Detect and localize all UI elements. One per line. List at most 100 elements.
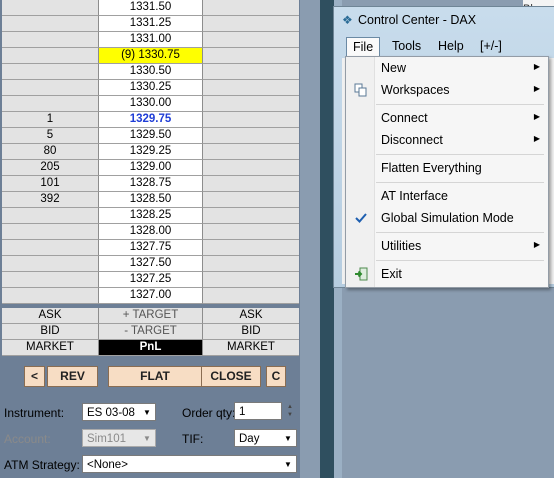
spin-up-icon[interactable]: ▲ — [283, 403, 297, 411]
price-cell[interactable]: 1331.25 — [99, 16, 203, 32]
prev-button[interactable]: < — [24, 366, 45, 387]
buy-bid-button[interactable]: BID — [2, 324, 99, 340]
spin-down-icon[interactable]: ▼ — [283, 411, 297, 419]
last-traded-price-cell[interactable]: (9) 1330.75 — [99, 48, 203, 64]
price-cell[interactable]: 1327.50 — [99, 256, 203, 272]
tif-select[interactable]: Day ▼ — [234, 429, 297, 447]
ladder-row[interactable]: 1331.25 — [2, 16, 299, 32]
bid-size-cell[interactable]: 80 — [2, 144, 99, 160]
price-cell[interactable]: 1330.50 — [99, 64, 203, 80]
ask-size-cell[interactable] — [203, 80, 299, 96]
ask-size-cell[interactable] — [203, 272, 299, 288]
bid-size-cell[interactable] — [2, 64, 99, 80]
ask-size-cell[interactable] — [203, 160, 299, 176]
ask-size-cell[interactable] — [203, 16, 299, 32]
bid-size-cell[interactable] — [2, 256, 99, 272]
ladder-row[interactable]: 1330.50 — [2, 64, 299, 80]
menu-item-utilities[interactable]: Utilities ▶ — [348, 236, 544, 258]
ask-size-cell[interactable] — [203, 192, 299, 208]
menu-item-global-simulation-mode[interactable]: Global Simulation Mode — [348, 208, 544, 230]
sell-bid-button[interactable]: BID — [203, 324, 299, 340]
account-select[interactable]: Sim101 ▼ — [82, 429, 156, 447]
ladder-row[interactable]: 1330.00 — [2, 96, 299, 112]
bid-size-cell[interactable] — [2, 224, 99, 240]
pnl-display[interactable]: PnL — [99, 340, 203, 356]
ask-size-cell[interactable] — [203, 48, 299, 64]
window-titlebar[interactable]: ❖ Control Center - DAX — [334, 7, 554, 33]
current-price-cell[interactable]: 1329.75 — [99, 112, 203, 128]
price-cell[interactable]: 1329.25 — [99, 144, 203, 160]
instrument-select[interactable]: ES 03-08 ▼ — [82, 403, 156, 421]
atm-strategy-select[interactable]: <None> ▼ — [82, 455, 297, 473]
menu-item-disconnect[interactable]: Disconnect ▶ — [348, 130, 544, 152]
ladder-row[interactable]: 1331.00 — [2, 32, 299, 48]
ask-size-cell[interactable] — [203, 256, 299, 272]
ask-size-cell[interactable] — [203, 96, 299, 112]
menu-item-at-interface[interactable]: AT Interface — [348, 186, 544, 208]
ladder-row[interactable]: 101 1328.75 — [2, 176, 299, 192]
price-cell[interactable]: 1327.75 — [99, 240, 203, 256]
price-cell[interactable]: 1327.00 — [99, 288, 203, 304]
ask-size-cell[interactable] — [203, 176, 299, 192]
menu-item-exit[interactable]: Exit — [348, 264, 544, 286]
plus-target-button[interactable]: + TARGET — [99, 308, 203, 324]
ladder-row[interactable]: 1327.75 — [2, 240, 299, 256]
ladder-row[interactable]: 1331.50 — [2, 0, 299, 16]
menu-tools[interactable]: Tools — [386, 37, 427, 56]
ladder-row[interactable]: 1327.00 — [2, 288, 299, 304]
sell-ask-button[interactable]: ASK — [203, 308, 299, 324]
bid-size-cell[interactable]: 101 — [2, 176, 99, 192]
order-qty-stepper[interactable]: ▲ ▼ — [283, 403, 297, 419]
bid-size-cell[interactable] — [2, 48, 99, 64]
price-cell[interactable]: 1330.00 — [99, 96, 203, 112]
bid-size-cell[interactable] — [2, 32, 99, 48]
ladder-row[interactable]: 392 1328.50 — [2, 192, 299, 208]
price-cell[interactable]: 1327.25 — [99, 272, 203, 288]
bid-size-cell[interactable] — [2, 96, 99, 112]
minus-target-button[interactable]: - TARGET — [99, 324, 203, 340]
bid-size-cell[interactable] — [2, 240, 99, 256]
ladder-row[interactable]: 1328.00 — [2, 224, 299, 240]
buy-ask-button[interactable]: ASK — [2, 308, 99, 324]
ask-size-cell[interactable] — [203, 224, 299, 240]
close-button[interactable]: CLOSE — [201, 366, 261, 387]
ladder-row[interactable]: 1 1329.75 — [2, 112, 299, 128]
ask-size-cell[interactable] — [203, 64, 299, 80]
ask-size-cell[interactable] — [203, 240, 299, 256]
bid-size-cell[interactable] — [2, 80, 99, 96]
flat-button[interactable]: FLAT — [108, 366, 202, 387]
ask-size-cell[interactable] — [203, 32, 299, 48]
cancel-orders-button[interactable]: C — [266, 366, 286, 387]
ask-size-cell[interactable] — [203, 208, 299, 224]
bid-size-cell[interactable] — [2, 0, 99, 16]
menu-item-new[interactable]: New ▶ — [348, 58, 544, 80]
menu-item-workspaces[interactable]: Workspaces ▶ — [348, 80, 544, 102]
bid-size-cell[interactable] — [2, 16, 99, 32]
ladder-row[interactable]: 1327.50 — [2, 256, 299, 272]
menu-item-connect[interactable]: Connect ▶ — [348, 108, 544, 130]
price-cell[interactable]: 1328.75 — [99, 176, 203, 192]
price-cell[interactable]: 1330.25 — [99, 80, 203, 96]
ask-size-cell[interactable] — [203, 288, 299, 304]
ladder-row[interactable]: 1330.25 — [2, 80, 299, 96]
bid-size-cell[interactable] — [2, 208, 99, 224]
price-cell[interactable]: 1331.50 — [99, 0, 203, 16]
bid-size-cell[interactable] — [2, 272, 99, 288]
menu-help[interactable]: Help — [432, 37, 470, 56]
order-qty-field[interactable]: 1 — [234, 402, 282, 420]
ask-size-cell[interactable] — [203, 144, 299, 160]
price-cell[interactable]: 1328.00 — [99, 224, 203, 240]
ask-size-cell[interactable] — [203, 0, 299, 16]
price-cell[interactable]: 1329.50 — [99, 128, 203, 144]
ask-size-cell[interactable] — [203, 112, 299, 128]
ladder-row[interactable]: 80 1329.25 — [2, 144, 299, 160]
sell-market-button[interactable]: MARKET — [203, 340, 299, 356]
menu-toggle[interactable]: [+/-] — [474, 37, 508, 56]
ladder-row[interactable]: 5 1329.50 — [2, 128, 299, 144]
ladder-row[interactable]: (9) 1330.75 — [2, 48, 299, 64]
bid-size-cell[interactable]: 205 — [2, 160, 99, 176]
ladder-row[interactable]: 1328.25 — [2, 208, 299, 224]
price-cell[interactable]: 1329.00 — [99, 160, 203, 176]
bid-size-cell[interactable]: 1 — [2, 112, 99, 128]
menu-item-flatten-everything[interactable]: Flatten Everything — [348, 158, 544, 180]
